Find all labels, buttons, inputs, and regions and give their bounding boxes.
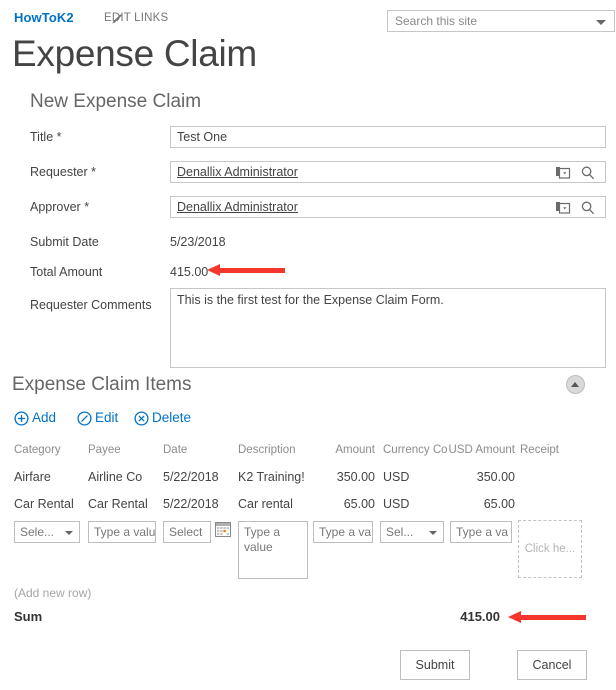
payee-input[interactable]: Type a valu [88, 521, 156, 543]
calendar-icon[interactable] [215, 522, 231, 537]
suite-bar: HowToK2 EDIT LINKS Search this site [0, 0, 616, 36]
approver-label: Approver * [30, 200, 90, 214]
approver-field[interactable]: Denallix Administrator [170, 196, 606, 218]
table-cell: USD [383, 497, 410, 511]
table-cell: K2 Training! [238, 470, 305, 484]
column-header: Category [14, 444, 61, 456]
title-value: Test One [177, 130, 228, 144]
search-input[interactable]: Search this site [387, 10, 615, 32]
search-icon[interactable] [580, 200, 596, 216]
requester-comments-field[interactable]: This is the first test for the Expense C… [170, 288, 606, 368]
amount-input[interactable]: Type a va [313, 521, 373, 543]
submit-date-value: 5/23/2018 [170, 235, 226, 249]
table-cell: 65.00 [483, 497, 515, 511]
submit-button[interactable]: Submit [400, 650, 470, 680]
table-cell: 65.00 [343, 497, 375, 511]
search-icon[interactable] [580, 165, 596, 181]
add-button-label: Add [32, 410, 57, 425]
table-cell: 5/22/2018 [163, 497, 219, 511]
total-amount-arrow [207, 264, 285, 276]
cancel-button[interactable]: Cancel [517, 650, 587, 680]
arrow-shaft [219, 268, 285, 273]
edit-links-button[interactable]: EDIT LINKS [104, 12, 168, 24]
table-cell: Airline Co [88, 470, 143, 484]
date-select-label: Select [169, 525, 203, 539]
address-book-icon[interactable] [555, 165, 571, 181]
table-cell: Car Rental [88, 497, 148, 511]
column-header: USD Amount [448, 444, 515, 456]
category-select[interactable]: Sele... [14, 521, 80, 543]
description-textarea[interactable]: Type a value [238, 521, 308, 579]
submit-date-label: Submit Date [30, 235, 99, 249]
chevron-down-icon [429, 531, 437, 535]
page-title: Expense Claim [12, 33, 257, 74]
currency-code-select[interactable]: Sel... [380, 521, 444, 543]
items-section-heading: Expense Claim Items [12, 374, 192, 395]
close-circle-icon [134, 411, 149, 426]
table-cell: 350.00 [476, 470, 515, 484]
requester-comments-value: This is the first test for the Expense C… [177, 293, 444, 307]
arrow-shaft [520, 615, 586, 620]
title-field[interactable]: Test One [170, 126, 606, 148]
add-new-row-link[interactable]: (Add new row) [14, 586, 91, 600]
table-cell: Car rental [238, 497, 293, 511]
requester-comments-label: Requester Comments [30, 298, 152, 312]
total-amount-value: 415.00 [170, 265, 209, 279]
table-cell: 350.00 [336, 470, 375, 484]
column-header: Amount [335, 444, 375, 456]
requester-value: Denallix Administrator [177, 165, 298, 179]
plus-circle-icon [14, 411, 29, 426]
approver-value: Denallix Administrator [177, 200, 298, 214]
column-header: Description [238, 444, 296, 456]
receipt-dropzone-label: Click he... [524, 543, 576, 555]
title-label: Title * [30, 130, 62, 144]
column-header: Currency Co. [383, 444, 447, 456]
site-title-link[interactable]: HowToK2 [14, 10, 74, 25]
chevron-down-icon [65, 531, 73, 535]
sum-label: Sum [14, 609, 43, 624]
payee-input-placeholder: Type a valu [94, 525, 156, 539]
description-textarea-placeholder: Type a value [244, 525, 281, 554]
category-select-value: Sele... [20, 525, 55, 539]
address-book-icon[interactable] [555, 200, 571, 216]
search-placeholder: Search this site [395, 14, 478, 28]
receipt-dropzone[interactable]: Click he... [518, 520, 582, 578]
edit-button-label: Edit [95, 410, 119, 425]
table-cell: USD [383, 470, 410, 484]
column-header: Payee [88, 444, 121, 456]
column-header: Date [163, 444, 188, 456]
column-header: Receipt [520, 444, 559, 456]
requester-field[interactable]: Denallix Administrator [170, 161, 606, 183]
table-cell: Car Rental [14, 497, 74, 511]
collapse-section-button[interactable] [566, 375, 585, 394]
chevron-down-icon[interactable] [596, 20, 606, 25]
currency-code-select-value: Sel... [386, 525, 414, 539]
edit-circle-icon [77, 411, 92, 426]
sum-value: 415.00 [460, 609, 500, 624]
delete-button-label: Delete [152, 410, 192, 425]
usd-amount-input-placeholder: Type a va [456, 525, 509, 539]
form-heading: New Expense Claim [30, 91, 202, 112]
table-cell: Airfare [14, 470, 51, 484]
usd-amount-input[interactable]: Type a va [450, 521, 512, 543]
chevron-up-icon [571, 382, 579, 387]
sum-arrow [508, 611, 586, 623]
total-amount-label: Total Amount [30, 265, 103, 279]
amount-input-placeholder: Type a va [319, 525, 372, 539]
date-select-button[interactable]: Select [163, 521, 211, 543]
table-cell: 5/22/2018 [163, 470, 219, 484]
requester-label: Requester * [30, 165, 97, 179]
